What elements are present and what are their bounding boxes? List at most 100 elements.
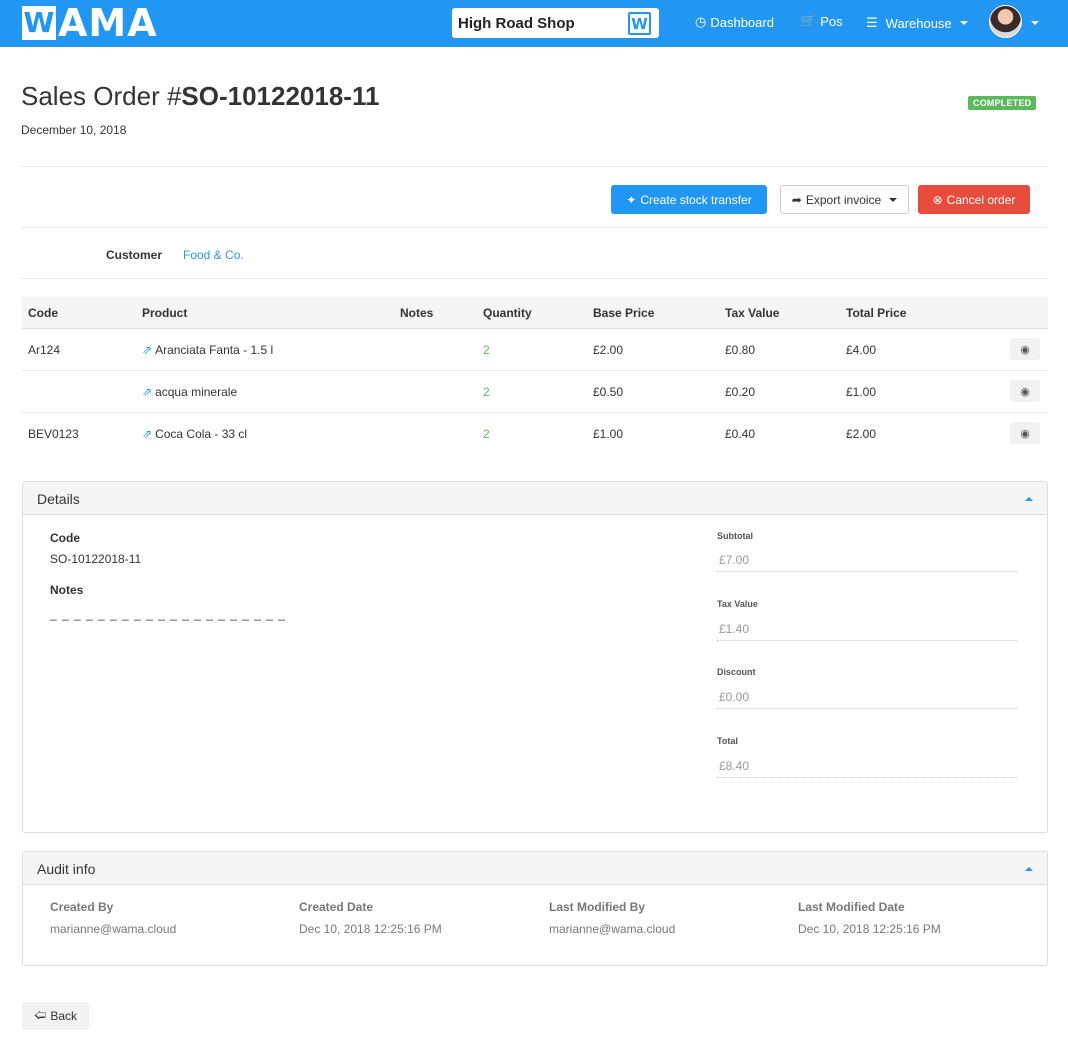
column-header-tax-value: Tax Value — [725, 306, 780, 320]
create-stock-transfer-button[interactable]: ✦ Create stock transfer — [611, 185, 767, 214]
external-link-icon: ⇗ — [142, 385, 153, 399]
details-panel-title: Details — [37, 491, 80, 507]
share-icon: ➦ — [791, 192, 802, 207]
menu-icon: ☰ — [866, 15, 878, 30]
column-header-total-price: Total Price — [846, 306, 907, 320]
nav-dashboard-label: Dashboard — [710, 14, 774, 30]
view-line-button[interactable]: ◉ — [1010, 422, 1040, 444]
avatar[interactable] — [989, 5, 1022, 38]
shop-selector[interactable]: High Road Shop W — [452, 8, 659, 38]
external-link-icon: ⇗ — [142, 343, 153, 357]
created-date-label: Created Date — [299, 900, 374, 914]
table-row: ⇗ acqua minerale 2 £0.50 £0.20 £1.00 ◉ — [22, 371, 1048, 413]
subtotal-label: Subtotal — [717, 531, 753, 541]
wama-logo[interactable]: W AMA — [22, 1, 158, 45]
product-name: acqua minerale — [155, 385, 238, 399]
chevron-down-icon[interactable] — [1031, 21, 1039, 25]
cell-code: Ar124 — [28, 343, 61, 357]
cancel-order-label: Cancel order — [946, 192, 1016, 207]
create-stock-transfer-label: Create stock transfer — [640, 192, 752, 207]
customer-link[interactable]: Food & Co. — [183, 248, 244, 262]
shop-logo-icon: W — [628, 12, 651, 35]
discount-label: Discount — [717, 667, 756, 677]
cell-tax-value: £0.80 — [725, 343, 756, 357]
page-title: Sales Order #SO-10122018-11 — [21, 81, 379, 112]
divider — [21, 166, 1047, 167]
column-header-notes: Notes — [400, 306, 434, 320]
modified-date-value: Dec 10, 2018 12:25:16 PM — [798, 922, 941, 936]
customer-label: Customer — [106, 248, 163, 262]
details-notes-value: _ _ _ _ _ _ _ _ _ _ _ _ _ _ _ _ _ _ _ _ — [50, 607, 286, 621]
chevron-down-icon — [959, 21, 968, 25]
column-header-product: Product — [142, 306, 188, 320]
cell-tax-value: £0.40 — [725, 427, 756, 441]
export-invoice-label: Export invoice — [805, 192, 882, 207]
back-button[interactable]: 🢠 Back — [22, 1002, 89, 1030]
view-line-button[interactable]: ◉ — [1010, 380, 1040, 402]
created-by-label: Created By — [50, 900, 114, 914]
modified-by-label: Last Modified By — [549, 900, 646, 914]
export-invoice-button[interactable]: ➦ Export invoice — [780, 185, 909, 214]
table-header: Code Product Notes Quantity Base Price T… — [22, 297, 1048, 329]
logo-text: AMA — [58, 1, 158, 45]
tax-value-value: £1.40 — [717, 618, 1017, 641]
page-title-prefix: Sales Order # — [21, 81, 182, 111]
times-circle-icon: ⊗ — [932, 192, 943, 207]
cell-total-price: £4.00 — [846, 343, 877, 357]
created-by-value: marianne@wama.cloud — [50, 922, 177, 936]
cell-code: BEV0123 — [28, 427, 79, 441]
total-value: £8.40 — [717, 755, 1017, 778]
eye-icon: ◉ — [1020, 385, 1030, 398]
cell-quantity: 2 — [483, 385, 490, 399]
total-label: Total — [717, 736, 738, 746]
cell-quantity: 2 — [483, 427, 490, 441]
product-name: Coca Cola - 33 cl — [155, 427, 248, 441]
nav-warehouse-label: Warehouse — [885, 15, 952, 31]
details-panel-header[interactable]: Details — [23, 482, 1047, 515]
subtotal-value: £7.00 — [717, 549, 1017, 572]
divider — [21, 278, 1047, 279]
cell-product[interactable]: ⇗ acqua minerale — [142, 385, 237, 399]
chevron-up-icon[interactable] — [1025, 497, 1033, 501]
audit-panel: Audit info Created By marianne@wama.clou… — [22, 851, 1048, 966]
cell-base-price: £1.00 — [593, 427, 624, 441]
cell-tax-value: £0.20 — [725, 385, 756, 399]
cell-product[interactable]: ⇗ Aranciata Fanta - 1.5 l — [142, 343, 273, 357]
page-title-code: SO-10122018-11 — [181, 81, 380, 111]
nav-pos-label: Pos — [820, 13, 843, 29]
cell-product[interactable]: ⇗ Coca Cola - 33 cl — [142, 427, 247, 441]
details-code-value: SO-10122018-11 — [50, 552, 142, 566]
view-line-button[interactable]: ◉ — [1010, 338, 1040, 360]
nav-dashboard[interactable]: ◷ Dashboard — [695, 14, 774, 30]
magic-wand-icon: ✦ — [626, 192, 637, 207]
divider — [21, 227, 1047, 228]
discount-value: £0.00 — [717, 686, 1017, 709]
nav-pos[interactable]: 🛒 Pos — [800, 13, 843, 29]
details-code-label: Code — [50, 531, 80, 545]
eye-icon: ◉ — [1020, 343, 1030, 356]
cell-total-price: £2.00 — [846, 427, 877, 441]
cell-base-price: £0.50 — [593, 385, 624, 399]
cart-icon: 🛒 — [800, 13, 817, 28]
details-panel: Details Code SO-10122018-11 Notes _ _ _ … — [22, 481, 1048, 833]
audit-panel-header[interactable]: Audit info — [23, 852, 1047, 885]
chevron-up-icon[interactable] — [1025, 867, 1033, 871]
order-date: December 10, 2018 — [21, 123, 127, 137]
logo-mark: W — [22, 6, 56, 40]
cell-quantity: 2 — [483, 343, 490, 357]
modified-by-value: marianne@wama.cloud — [549, 922, 676, 936]
status-badge: COMPLETED — [968, 96, 1037, 110]
arrow-left-icon: 🢠 — [33, 1007, 47, 1022]
shop-name: High Road Shop — [458, 14, 575, 32]
modified-date-label: Last Modified Date — [798, 900, 905, 914]
tax-value-label: Tax Value — [717, 599, 758, 609]
details-notes-label: Notes — [50, 583, 84, 597]
created-date-value: Dec 10, 2018 12:25:16 PM — [299, 922, 442, 936]
cell-total-price: £1.00 — [846, 385, 877, 399]
nav-warehouse-dropdown[interactable]: ☰ Warehouse — [866, 15, 968, 31]
back-label: Back — [50, 1009, 78, 1023]
clock-icon: ◷ — [695, 14, 707, 29]
chevron-down-icon — [889, 197, 898, 202]
column-header-base-price: Base Price — [593, 306, 655, 320]
cancel-order-button[interactable]: ⊗ Cancel order — [918, 185, 1030, 214]
